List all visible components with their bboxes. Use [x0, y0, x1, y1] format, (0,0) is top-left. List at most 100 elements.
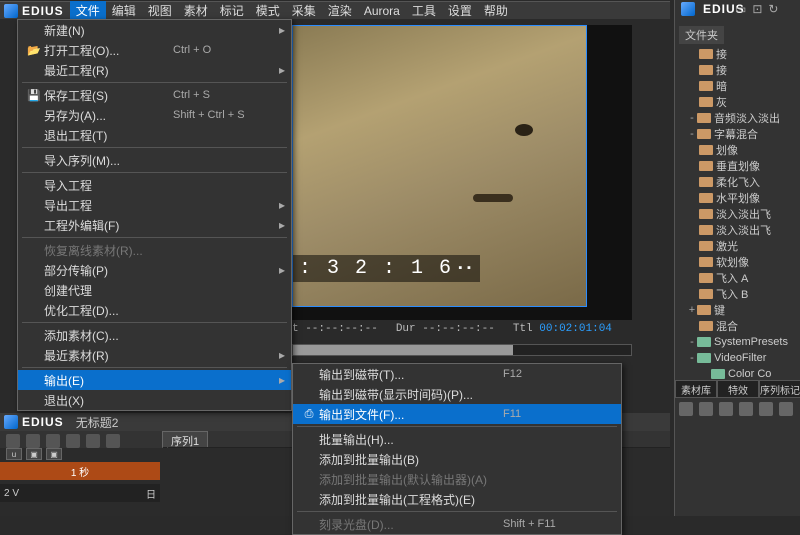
panel-tool-icon[interactable]: ↻ — [768, 2, 778, 16]
menu-item[interactable]: 📂打开工程(O)...Ctrl + O — [18, 40, 291, 60]
menu-item-label: 创建代理 — [44, 282, 173, 299]
menu-settings[interactable]: 设置 — [442, 1, 478, 20]
tree-item[interactable]: 飞入 B — [679, 286, 797, 302]
menu-edit[interactable]: 编辑 — [106, 1, 142, 20]
menu-item[interactable]: 添加到批量输出(B) — [293, 449, 621, 469]
tree-item[interactable]: 淡入淡出飞 — [679, 206, 797, 222]
tree-item[interactable]: 暗 — [679, 78, 797, 94]
track-name: 2 V — [4, 488, 19, 499]
menu-file[interactable]: 文件 — [70, 1, 106, 20]
panel-btn-icon[interactable] — [679, 402, 693, 416]
tree-item[interactable]: -VideoFilter — [679, 350, 797, 366]
scrollbar-thumb[interactable] — [293, 345, 513, 355]
menu-clip[interactable]: 素材 — [178, 1, 214, 20]
menu-mode[interactable]: 模式 — [250, 1, 286, 20]
menu-item[interactable]: ⎙输出到文件(F)...F11 — [293, 404, 621, 424]
menu-item[interactable]: 添加到批量输出(工程格式)(E) — [293, 489, 621, 509]
tree-item[interactable]: 灰 — [679, 94, 797, 110]
tree-node-icon — [697, 337, 711, 347]
tree-item[interactable]: 划像 — [679, 142, 797, 158]
menu-item[interactable]: 最近工程(R)▸ — [18, 60, 291, 80]
tree-item[interactable]: 混合 — [679, 318, 797, 334]
menu-item[interactable]: 添加素材(C)... — [18, 325, 291, 345]
menu-tools[interactable]: 工具 — [406, 1, 442, 20]
tree-label: 垂直划像 — [716, 158, 760, 174]
menu-item[interactable]: 导入序列(M)... — [18, 150, 291, 170]
menu-item[interactable]: 退出工程(T) — [18, 125, 291, 145]
menu-item[interactable]: 💾保存工程(S)Ctrl + S — [18, 85, 291, 105]
tree-item[interactable]: -字幕混合 — [679, 126, 797, 142]
menu-item[interactable]: 部分传输(P) ▸ — [18, 260, 291, 280]
menu-item[interactable]: 输出到磁带(T)...F12 — [293, 364, 621, 384]
tl-tool-icon[interactable] — [106, 434, 120, 448]
tl-tool-icon[interactable] — [66, 434, 80, 448]
tl-tool-icon[interactable] — [86, 434, 100, 448]
tab-library[interactable]: 素材库 — [675, 380, 717, 398]
menu-item[interactable]: 优化工程(D)... — [18, 300, 291, 320]
tree-toggle-icon[interactable]: - — [687, 128, 697, 140]
folder-tab[interactable]: 文件夹 — [679, 26, 724, 44]
tree-item[interactable]: 软划像 — [679, 254, 797, 270]
tree-item[interactable]: 接 — [679, 46, 797, 62]
tree-item[interactable]: +键 — [679, 302, 797, 318]
panel-btn-icon[interactable] — [759, 402, 773, 416]
tree-item[interactable]: 接 — [679, 62, 797, 78]
tree-toggle-icon[interactable]: - — [687, 336, 697, 348]
menu-item[interactable]: 工程外编辑(F)▸ — [18, 215, 291, 235]
tree-node-icon — [697, 305, 711, 315]
menu-item-label: 优化工程(D)... — [44, 302, 173, 319]
menu-render[interactable]: 渲染 — [322, 1, 358, 20]
tree-toggle-icon[interactable]: - — [687, 352, 697, 364]
track-1[interactable]: 1 秒 — [0, 462, 160, 480]
tree-item[interactable]: 飞入 A — [679, 270, 797, 286]
menu-item-label: 输出到磁带(显示时间码)(P)... — [319, 386, 503, 403]
track-ctrl-icon[interactable]: ▣ — [46, 448, 62, 460]
tree-item[interactable]: -SystemPresets — [679, 334, 797, 350]
tree-item[interactable]: 垂直划像 — [679, 158, 797, 174]
panel-tool-icon[interactable]: ⊡ — [752, 2, 762, 16]
video-frame[interactable]: : 3 2 : 1 6 ▪▪ — [292, 25, 587, 307]
menu-item[interactable]: 输出到磁带(显示时间码)(P)... — [293, 384, 621, 404]
tree-item[interactable]: 激光 — [679, 238, 797, 254]
tl-tool-icon[interactable] — [26, 434, 40, 448]
panel-btn-icon[interactable] — [779, 402, 793, 416]
tree-label: 淡入淡出飞 — [716, 206, 771, 222]
tree-item[interactable]: 柔化飞入 — [679, 174, 797, 190]
menu-item[interactable]: 另存为(A)...Shift + Ctrl + S — [18, 105, 291, 125]
menu-item-label: 部分传输(P) — [44, 262, 173, 279]
menu-item[interactable]: 输出(E)▸ — [18, 370, 291, 390]
menu-view[interactable]: 视图 — [142, 1, 178, 20]
tab-effects[interactable]: 特效 — [717, 380, 759, 398]
menu-item[interactable]: 导出工程▸ — [18, 195, 291, 215]
panel-btn-icon[interactable] — [699, 402, 713, 416]
panel-btn-icon[interactable] — [739, 402, 753, 416]
menu-item[interactable]: 批量输出(H)... — [293, 429, 621, 449]
tree-label: 音频淡入淡出 — [714, 110, 780, 126]
track-ctrl-icon[interactable]: u — [6, 448, 22, 460]
tree-item[interactable]: - 音频淡入淡出 — [679, 110, 797, 126]
tree-toggle-icon[interactable]: - — [687, 112, 697, 124]
tree-toggle-icon[interactable]: + — [687, 304, 697, 316]
menu-item[interactable]: 退出(X) — [18, 390, 291, 410]
submenu-arrow-icon: ▸ — [273, 263, 285, 277]
menu-item[interactable]: 导入工程 — [18, 175, 291, 195]
menu-marker[interactable]: 标记 — [214, 1, 250, 20]
track-2[interactable]: 2 V 日 — [0, 484, 160, 502]
menu-capture[interactable]: 采集 — [286, 1, 322, 20]
effects-tree: 接接暗灰-音频淡入淡出-字幕混合划像垂直划像柔化飞入水平划像淡入淡出飞淡入淡出飞… — [679, 46, 797, 382]
menu-item[interactable]: 最近素材(R)▸ — [18, 345, 291, 365]
preview-scrollbar[interactable] — [292, 344, 632, 356]
track-ctrl-icon[interactable]: ▣ — [26, 448, 42, 460]
menu-help[interactable]: 帮助 — [478, 1, 514, 20]
tab-markers[interactable]: 序列标记 — [759, 380, 800, 398]
tree-item[interactable]: 淡入淡出飞 — [679, 222, 797, 238]
menu-item-label: 最近素材(R) — [44, 347, 173, 364]
tl-tool-icon[interactable] — [6, 434, 20, 448]
menu-item[interactable]: 新建(N)▸ — [18, 20, 291, 40]
panel-tool-icon[interactable]: ▭ — [735, 2, 746, 16]
tl-tool-icon[interactable] — [46, 434, 60, 448]
menu-aurora[interactable]: Aurora — [358, 3, 406, 19]
menu-item[interactable]: 创建代理 — [18, 280, 291, 300]
panel-btn-icon[interactable] — [719, 402, 733, 416]
tree-item[interactable]: 水平划像 — [679, 190, 797, 206]
